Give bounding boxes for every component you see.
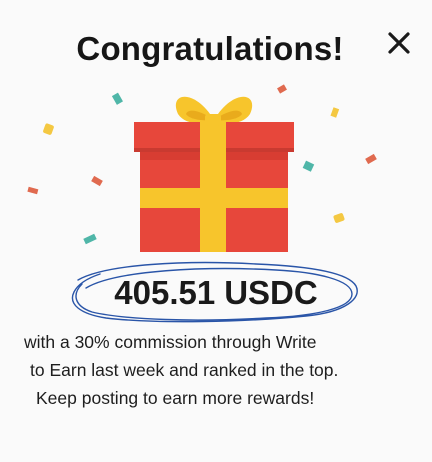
gift-illustration [27,84,377,252]
reward-dialog: Congratulations! 405.51 USDC with a 30% … [0,0,432,462]
dialog-title: Congratulations! [76,30,344,67]
gift-box-icon [134,96,294,252]
message-line: to Earn last week and ranked in the top. [30,360,339,380]
close-icon [388,32,410,54]
message-line: Keep posting to earn more rewards! [36,388,315,408]
message-line: with a 30% commission through Write [24,332,317,352]
reward-amount: 405.51 USDC [66,258,366,328]
reward-message: with a 30% commission through Write to E… [0,328,432,412]
amount-currency: USDC [224,274,318,311]
amount-value: 405.51 [114,274,216,311]
close-button[interactable] [380,26,416,62]
